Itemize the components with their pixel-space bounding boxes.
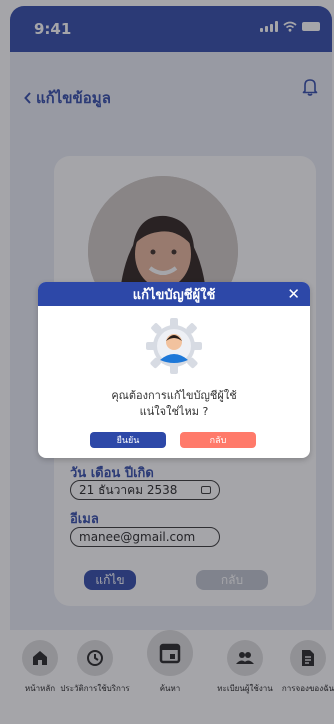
user-settings-icon bbox=[144, 316, 204, 380]
confirm-dialog: แก้ไขบัญชีผู้ใช้ ✕ คุณต้องการแก้ไขบัญชีผ… bbox=[38, 282, 310, 458]
dialog-title: แก้ไขบัญชีผู้ใช้ bbox=[132, 287, 216, 303]
dialog-message-line1: คุณต้องการแก้ไขบัญชีผู้ใช้ bbox=[111, 389, 237, 402]
confirm-button[interactable]: ยืนยัน bbox=[90, 432, 166, 448]
close-icon[interactable]: ✕ bbox=[287, 285, 300, 303]
cancel-button[interactable]: กลับ bbox=[180, 432, 256, 448]
dialog-header: แก้ไขบัญชีผู้ใช้ ✕ bbox=[38, 282, 310, 306]
dialog-message-line2: แน่ใจใช่ไหม ? bbox=[139, 405, 209, 418]
dialog-message: คุณต้องการแก้ไขบัญชีผู้ใช้ แน่ใจใช่ไหม ? bbox=[38, 388, 310, 420]
